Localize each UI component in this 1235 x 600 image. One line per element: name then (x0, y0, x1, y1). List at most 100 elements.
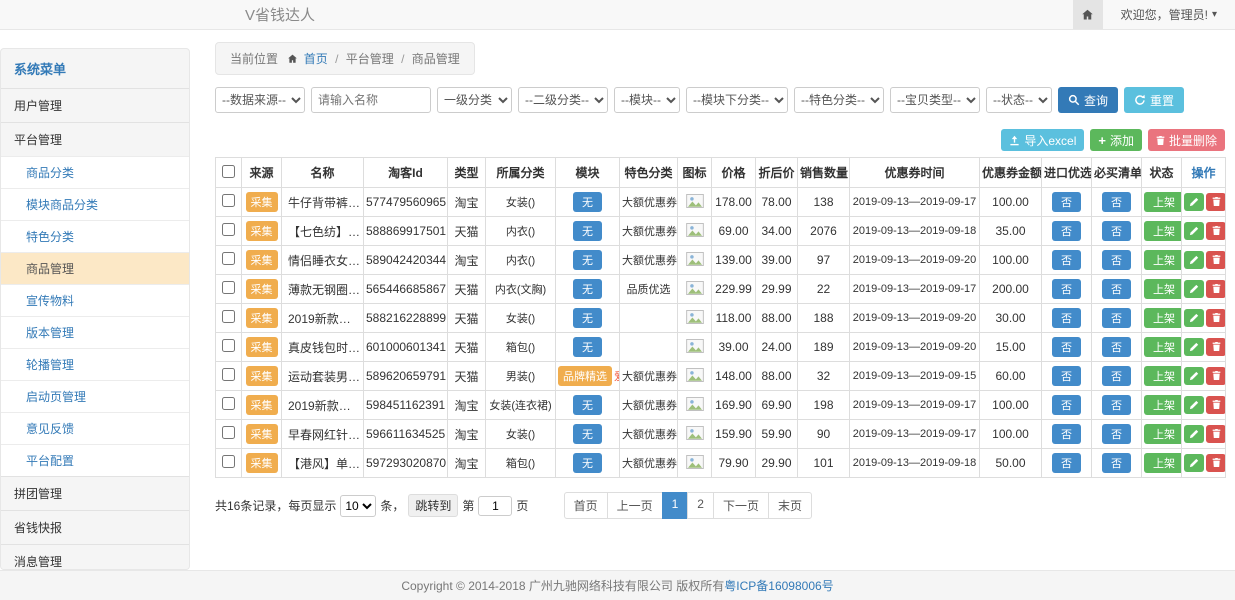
delete-button[interactable] (1206, 251, 1226, 269)
delete-button[interactable] (1206, 425, 1226, 443)
edit-button[interactable] (1184, 280, 1204, 298)
reset-button[interactable]: 重置 (1124, 87, 1184, 113)
must-buy-toggle-button[interactable]: 否 (1102, 337, 1131, 357)
filter-select-2[interactable]: --模块-- (614, 87, 680, 113)
sidebar-item-6[interactable]: 宣传物料 (1, 284, 189, 316)
per-page-select[interactable]: 10 (340, 495, 376, 517)
must-buy-toggle-button[interactable]: 否 (1102, 424, 1131, 444)
page-button-5[interactable]: 末页 (768, 492, 812, 519)
import-toggle-button[interactable]: 否 (1052, 395, 1081, 415)
import-toggle-button[interactable]: 否 (1052, 424, 1081, 444)
row-checkbox[interactable] (222, 426, 235, 439)
page-button-2[interactable]: 1 (662, 492, 689, 519)
select-all-checkbox[interactable] (222, 165, 235, 178)
filter-select-6[interactable]: --状态-- (986, 87, 1052, 113)
delete-button[interactable] (1206, 222, 1226, 240)
status-button[interactable]: 上架 (1144, 221, 1182, 241)
sidebar-item-13[interactable]: 省钱快报 (1, 510, 189, 544)
delete-button[interactable] (1206, 338, 1226, 356)
edit-button[interactable] (1184, 454, 1204, 472)
edit-button[interactable] (1184, 193, 1204, 211)
sidebar-item-7[interactable]: 版本管理 (1, 316, 189, 348)
must-buy-toggle-button[interactable]: 否 (1102, 366, 1131, 386)
delete-button[interactable] (1206, 309, 1226, 327)
module-none-badge[interactable]: 无 (573, 279, 602, 299)
name-search-input[interactable] (311, 87, 431, 113)
sidebar-item-11[interactable]: 平台配置 (1, 444, 189, 476)
import-toggle-button[interactable]: 否 (1052, 366, 1081, 386)
sidebar-item-2[interactable]: 商品分类 (1, 156, 189, 188)
delete-button[interactable] (1206, 367, 1226, 385)
import-toggle-button[interactable]: 否 (1052, 453, 1081, 473)
status-button[interactable]: 上架 (1144, 192, 1182, 212)
edit-button[interactable] (1184, 338, 1204, 356)
filter-select-0[interactable]: 一级分类 (437, 87, 512, 113)
must-buy-toggle-button[interactable]: 否 (1102, 453, 1131, 473)
sidebar-item-12[interactable]: 拼团管理 (1, 476, 189, 510)
import-toggle-button[interactable]: 否 (1052, 221, 1081, 241)
status-button[interactable]: 上架 (1144, 424, 1182, 444)
home-button[interactable] (1073, 0, 1103, 29)
import-toggle-button[interactable]: 否 (1052, 279, 1081, 299)
page-button-1[interactable]: 上一页 (607, 492, 663, 519)
filter-select-5[interactable]: --宝贝类型-- (890, 87, 980, 113)
delete-button[interactable] (1206, 280, 1226, 298)
module-none-badge[interactable]: 无 (573, 453, 602, 473)
filter-select-1[interactable]: --二级分类-- (518, 87, 608, 113)
row-checkbox[interactable] (222, 194, 235, 207)
sidebar-item-1[interactable]: 平台管理 (1, 122, 189, 156)
import-toggle-button[interactable]: 否 (1052, 308, 1081, 328)
module-none-badge[interactable]: 无 (573, 395, 602, 415)
sidebar-item-3[interactable]: 模块商品分类 (1, 188, 189, 220)
row-checkbox[interactable] (222, 455, 235, 468)
row-checkbox[interactable] (222, 339, 235, 352)
status-button[interactable]: 上架 (1144, 308, 1182, 328)
module-none-badge[interactable]: 无 (573, 308, 602, 328)
must-buy-toggle-button[interactable]: 否 (1102, 221, 1131, 241)
row-checkbox[interactable] (222, 397, 235, 410)
row-checkbox[interactable] (222, 223, 235, 236)
page-button-0[interactable]: 首页 (564, 492, 608, 519)
row-checkbox[interactable] (222, 281, 235, 294)
sidebar-item-9[interactable]: 启动页管理 (1, 380, 189, 412)
page-number-input[interactable] (478, 496, 512, 516)
filter-select-3[interactable]: --模块下分类-- (686, 87, 788, 113)
row-checkbox[interactable] (222, 310, 235, 323)
edit-button[interactable] (1184, 222, 1204, 240)
sidebar-item-8[interactable]: 轮播管理 (1, 348, 189, 380)
status-button[interactable]: 上架 (1144, 337, 1182, 357)
status-button[interactable]: 上架 (1144, 366, 1182, 386)
edit-button[interactable] (1184, 309, 1204, 327)
edit-button[interactable] (1184, 396, 1204, 414)
sidebar-item-5[interactable]: 商品管理 (1, 252, 189, 284)
filter-select-4[interactable]: --特色分类-- (794, 87, 884, 113)
delete-button[interactable] (1206, 193, 1226, 211)
breadcrumb-home-link[interactable]: 首页 (304, 52, 328, 66)
icp-link[interactable]: 粤ICP备16098006号 (724, 577, 833, 594)
user-menu[interactable]: 欢迎您，管理员! ▾ (1103, 6, 1235, 23)
jump-button[interactable]: 跳转到 (408, 494, 458, 517)
status-button[interactable]: 上架 (1144, 250, 1182, 270)
import-toggle-button[interactable]: 否 (1052, 337, 1081, 357)
sidebar-item-4[interactable]: 特色分类 (1, 220, 189, 252)
module-none-badge[interactable]: 无 (573, 250, 602, 270)
page-button-4[interactable]: 下一页 (713, 492, 769, 519)
status-button[interactable]: 上架 (1144, 279, 1182, 299)
import-excel-button[interactable]: 导入excel (1001, 129, 1084, 151)
page-button-3[interactable]: 2 (687, 492, 714, 519)
module-none-badge[interactable]: 无 (573, 424, 602, 444)
data-source-select[interactable]: --数据来源-- (215, 87, 305, 113)
sidebar-item-14[interactable]: 消息管理 (1, 544, 189, 570)
must-buy-toggle-button[interactable]: 否 (1102, 250, 1131, 270)
module-none-badge[interactable]: 无 (573, 221, 602, 241)
edit-button[interactable] (1184, 251, 1204, 269)
edit-button[interactable] (1184, 425, 1204, 443)
delete-button[interactable] (1206, 454, 1226, 472)
sidebar-item-0[interactable]: 用户管理 (1, 88, 189, 122)
module-none-badge[interactable]: 无 (573, 192, 602, 212)
row-checkbox[interactable] (222, 368, 235, 381)
row-checkbox[interactable] (222, 252, 235, 265)
must-buy-toggle-button[interactable]: 否 (1102, 279, 1131, 299)
module-none-badge[interactable]: 无 (573, 337, 602, 357)
status-button[interactable]: 上架 (1144, 395, 1182, 415)
